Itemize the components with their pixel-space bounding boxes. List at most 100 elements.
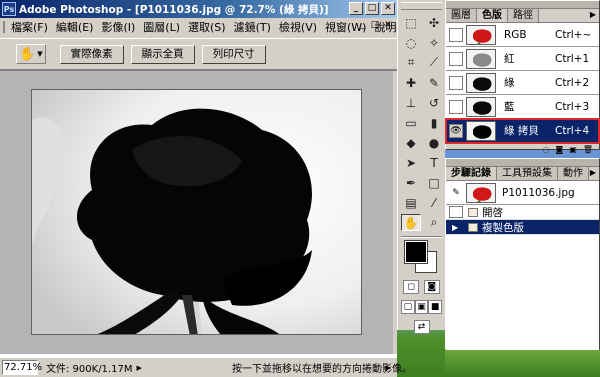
- eraser-icon[interactable]: ▭: [401, 114, 421, 131]
- history-list-empty-area: [446, 235, 599, 354]
- marquee-icon[interactable]: ⬚: [401, 14, 421, 31]
- channel-row-red[interactable]: 紅 Ctrl+1: [446, 47, 599, 71]
- history-brush-source-icon[interactable]: ✎: [449, 185, 463, 200]
- options-bar: ✋ ▼ 實際像素 顯示全頁 列印尺寸: [0, 38, 397, 70]
- menu-bar: 檔案(F) 編輯(E) 影像(I) 圖層(L) 選取(S) 濾鏡(T) 檢視(V…: [0, 18, 413, 36]
- gradient-icon[interactable]: ▮: [424, 114, 444, 131]
- channel-row-blue[interactable]: 藍 Ctrl+3: [446, 95, 599, 119]
- zoom-level-field[interactable]: 72.71%: [2, 360, 42, 375]
- tab-actions[interactable]: 動作: [558, 167, 589, 180]
- tab-tool-presets[interactable]: 工具預設集: [497, 167, 558, 180]
- shape-icon[interactable]: □: [424, 174, 444, 191]
- menu-layer[interactable]: 圖層(L): [139, 19, 184, 35]
- channel-row-green-copy[interactable]: 👁 綠 拷貝 Ctrl+4: [445, 118, 600, 144]
- title-bar[interactable]: Ps Adobe Photoshop - [P1011036.jpg @ 72.…: [0, 0, 397, 18]
- load-selection-icon[interactable]: ◌: [543, 145, 550, 154]
- jump-to-imageready-icon[interactable]: ⇄: [413, 320, 430, 334]
- maximize-button[interactable]: □: [365, 2, 379, 15]
- tab-paths[interactable]: 路徑: [508, 9, 539, 22]
- document-canvas[interactable]: [31, 89, 362, 335]
- hand-icon[interactable]: ✋: [401, 214, 421, 231]
- magic-wand-icon[interactable]: ✧: [424, 34, 444, 51]
- screen-mode-menu-icon[interactable]: ▣: [414, 300, 429, 314]
- history-state-icon: [468, 207, 478, 217]
- healing-brush-icon[interactable]: ✚: [401, 74, 421, 91]
- channels-panel: 圖層 色版 路徑 ▶ RGB Ctrl+~ 紅 Ctrl+1 綠 Ctrl+2 …: [445, 0, 600, 154]
- print-size-button[interactable]: 列印尺寸: [201, 44, 266, 64]
- brush-icon[interactable]: ✎: [424, 74, 444, 91]
- pen-icon[interactable]: ✒: [401, 174, 421, 191]
- dodge-icon[interactable]: ●: [424, 134, 444, 151]
- history-brush-icon[interactable]: ↺: [424, 94, 444, 111]
- menu-view[interactable]: 檢視(V): [275, 19, 321, 35]
- channel-shortcut: Ctrl+4: [555, 124, 590, 137]
- history-panel: 步驟記錄 工具預設集 動作 ▶ ✎ P1011036.jpg 開啓 ▶ 複製色版…: [445, 158, 600, 365]
- foreground-color-swatch[interactable]: [404, 240, 428, 264]
- doc-restore-button[interactable]: □: [369, 20, 381, 30]
- lasso-icon[interactable]: ◌: [401, 34, 421, 51]
- history-snapshot[interactable]: ✎ P1011036.jpg: [446, 181, 599, 205]
- visibility-toggle[interactable]: [449, 75, 463, 90]
- tool-preset-picker[interactable]: ✋ ▼: [16, 44, 46, 64]
- status-arrow-icon[interactable]: ▶: [386, 364, 391, 372]
- history-source-slot[interactable]: [449, 206, 463, 218]
- menu-edit[interactable]: 編輯(E): [52, 19, 98, 35]
- minimize-button[interactable]: _: [349, 2, 363, 15]
- channel-thumbnail: [466, 72, 496, 93]
- menu-select[interactable]: 選取(S): [184, 19, 230, 35]
- menu-filter[interactable]: 濾鏡(T): [230, 19, 275, 35]
- toolbox-grip[interactable]: [401, 2, 442, 10]
- eye-icon[interactable]: 👁: [449, 123, 463, 138]
- move-icon[interactable]: ✣: [424, 14, 444, 31]
- doc-minimize-button[interactable]: _: [356, 20, 368, 30]
- tab-layers[interactable]: 圖層: [446, 9, 477, 22]
- channel-name: 綠: [504, 77, 515, 89]
- actual-pixels-button[interactable]: 實際像素: [59, 44, 124, 64]
- screen-mode-standard-icon[interactable]: ▢: [401, 300, 415, 314]
- channel-row-rgb[interactable]: RGB Ctrl+~: [446, 23, 599, 47]
- slice-icon[interactable]: ⟋: [424, 54, 444, 71]
- standard-mode-icon[interactable]: ◻: [403, 280, 420, 294]
- crop-icon[interactable]: ⌗: [401, 54, 421, 71]
- history-step-label: 複製色版: [482, 221, 524, 234]
- status-bar: 72.71% 文件: 900K/1.17M ▶ 按一下並拖移以在想要的方向捲動影…: [0, 357, 412, 377]
- save-selection-icon[interactable]: ◙: [556, 145, 564, 154]
- photoshop-icon[interactable]: Ps: [2, 2, 16, 16]
- screen-mode-full-icon[interactable]: ■: [428, 300, 443, 314]
- path-selection-icon[interactable]: ➤: [401, 154, 421, 171]
- doc-close-button[interactable]: ✕: [382, 20, 394, 30]
- type-icon[interactable]: T: [424, 154, 444, 171]
- channel-thumbnail: [466, 120, 496, 141]
- blur-icon[interactable]: ◆: [401, 134, 421, 151]
- document-icon[interactable]: [3, 21, 5, 33]
- tab-channels[interactable]: 色版: [477, 9, 508, 22]
- panel-grip[interactable]: [446, 159, 599, 167]
- visibility-toggle[interactable]: [449, 99, 463, 114]
- desktop-wallpaper: [445, 350, 600, 377]
- menu-file[interactable]: 檔案(F): [7, 19, 52, 35]
- panel-grip[interactable]: [446, 1, 599, 9]
- new-channel-icon[interactable]: ▣: [569, 145, 577, 154]
- panel-menu-icon[interactable]: ▶: [590, 10, 596, 19]
- notes-icon[interactable]: ▤: [401, 194, 421, 211]
- history-step-label: 開啓: [482, 206, 503, 219]
- visibility-toggle[interactable]: [449, 27, 463, 42]
- panel-menu-icon[interactable]: ▶: [590, 168, 596, 177]
- trash-icon[interactable]: 🗑: [583, 145, 593, 154]
- canvas-background[interactable]: [0, 71, 393, 354]
- history-step-selected[interactable]: ▶ 複製色版: [446, 220, 599, 235]
- info-menu-arrow-icon[interactable]: ▶: [136, 364, 141, 372]
- channel-name: 藍: [504, 101, 515, 113]
- history-step[interactable]: 開啓: [446, 205, 599, 220]
- quick-mask-icon[interactable]: ◙: [423, 280, 440, 294]
- photoshop-window: Ps Adobe Photoshop - [P1011036.jpg @ 72.…: [0, 0, 413, 377]
- close-button[interactable]: ✕: [381, 2, 395, 15]
- fit-on-screen-button[interactable]: 顯示全頁: [130, 44, 195, 64]
- tab-history[interactable]: 步驟記錄: [446, 167, 497, 180]
- channel-row-green[interactable]: 綠 Ctrl+2: [446, 71, 599, 95]
- menu-image[interactable]: 影像(I): [97, 19, 139, 35]
- zoom-icon[interactable]: ⌕: [424, 214, 444, 231]
- clone-stamp-icon[interactable]: ⊥: [401, 94, 421, 111]
- visibility-toggle[interactable]: [449, 51, 463, 66]
- eyedropper-icon[interactable]: ⁄: [424, 194, 444, 211]
